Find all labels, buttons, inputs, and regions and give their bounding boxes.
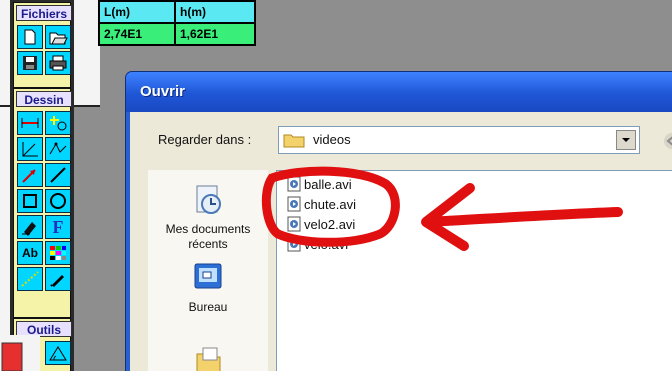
axis-tool-button[interactable] [17,137,43,161]
new-file-icon [24,29,36,45]
dialog-title: Ouvrir [140,83,186,100]
force-tool-button[interactable] [17,163,43,187]
dialog-body: Regarder dans : videos Mes documents réc… [130,112,672,371]
place-recent-label: Mes documents récents [165,222,251,251]
rectangle-icon [23,194,37,208]
folder-icon [283,134,305,148]
record-icon [1,342,23,371]
point-origin-button[interactable] [45,111,71,135]
place-documents[interactable] [148,340,268,371]
pen-tool-button[interactable] [45,267,71,291]
text-tool-label: Ab [22,246,38,260]
app-window: Fichiers Dessin F Ab Outils L(m) h(m) 2,… [0,0,672,371]
font-tool-button[interactable]: F [45,215,71,239]
fichiers-title: Fichiers [16,5,72,21]
dessin-title: Dessin [16,91,72,107]
length-header: L(m) [100,2,174,22]
video-file-icon [287,176,301,192]
length-value: 2,74E1 [100,24,174,44]
open-dialog: Ouvrir Regarder dans : videos Mes docume… [126,72,672,371]
open-file-button[interactable] [45,25,71,49]
color-palette-button[interactable] [45,241,71,265]
places-bar: Mes documents récents Bureau [148,170,268,371]
save-disk-icon [23,56,37,70]
my-documents-folder-icon [196,347,221,371]
save-button[interactable] [17,51,43,75]
axis-icon [22,142,38,157]
print-button[interactable] [45,51,71,75]
height-header: h(m) [176,2,254,22]
recent-documents-icon [196,185,221,214]
dotted-line-icon [21,271,39,287]
height-value: 1,62E1 [176,24,254,44]
back-arrow-icon[interactable] [662,132,672,150]
file-item[interactable]: balle.avi [287,175,352,193]
new-file-button[interactable] [17,25,43,49]
file-name: velo.avi [304,236,349,252]
force-arrow-icon [22,169,36,183]
measure-length-button[interactable] [17,111,43,135]
file-name: balle.avi [304,176,352,192]
rectangle-tool-button[interactable] [17,189,43,213]
dialog-titlebar[interactable]: Ouvrir [126,72,672,112]
place-desktop-label: Bureau [188,300,228,314]
ellipse-icon [50,193,66,209]
pen-icon [50,275,64,287]
dotted-line-button[interactable] [17,267,43,291]
ellipse-tool-button[interactable] [45,189,71,213]
angle-protractor-icon [49,346,67,361]
measure-length-icon [21,118,39,128]
look-in-dropdown-button[interactable] [616,130,636,150]
look-in-select[interactable]: videos [278,126,640,154]
file-item[interactable]: velo.avi [287,235,348,253]
video-file-icon [287,216,301,232]
workspace-bottom-left [0,335,40,371]
video-file-icon [287,196,301,212]
look-in-label: Regarder dans : [158,132,252,147]
fichiers-section: Fichiers [13,2,72,88]
place-desktop[interactable]: Bureau [148,260,268,315]
file-name: chute.avi [304,196,357,212]
open-folder-icon [49,32,68,45]
line-icon [50,167,66,183]
origin-point-icon [50,116,67,131]
vector-icon [49,142,67,155]
chevron-down-icon [622,138,630,142]
vector-tool-button[interactable] [45,137,71,161]
file-item[interactable]: velo2.avi [287,215,355,233]
look-in-value: videos [313,132,351,147]
printer-icon [49,55,67,71]
eraser-tool-button[interactable] [17,215,43,239]
desktop-icon [194,263,222,289]
file-name: velo2.avi [304,216,356,232]
eraser-icon [22,222,36,236]
text-tool-button[interactable]: Ab [17,241,43,265]
video-file-icon [287,236,301,252]
font-f-label: F [52,216,64,237]
file-item[interactable]: chute.avi [287,195,356,213]
dessin-section: Dessin F Ab [13,88,72,318]
toolbox: Fichiers Dessin F Ab Outils [10,0,74,371]
line-tool-button[interactable] [45,163,71,187]
measurement-table: L(m) h(m) 2,74E1 1,62E1 [98,0,256,46]
file-list: balle.avi chute.avi velo2.avi velo.avi [276,170,672,371]
place-recent-documents[interactable]: Mes documents récents [148,182,268,252]
color-palette-icon [50,246,66,260]
angle-tool-button[interactable] [45,341,71,365]
